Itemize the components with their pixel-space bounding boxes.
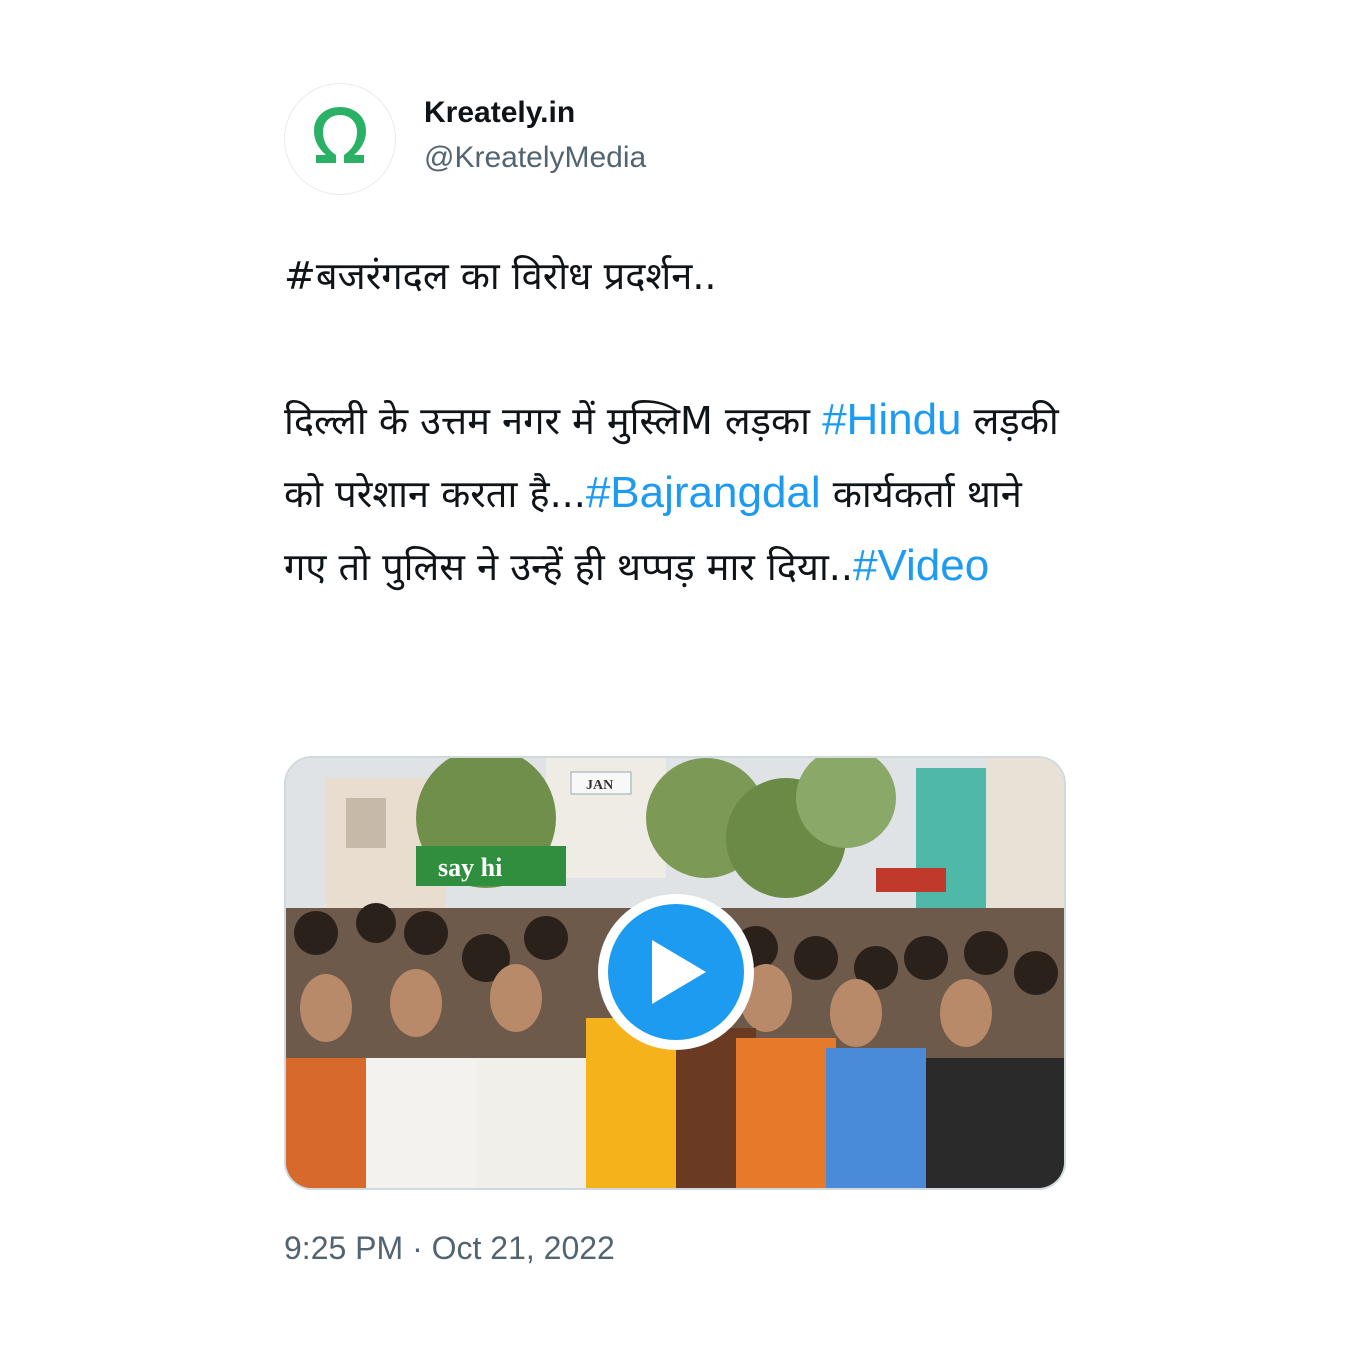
avatar[interactable]	[284, 83, 396, 195]
tweet-timestamp[interactable]: 9:25 PM · Oct 21, 2022	[284, 1228, 615, 1268]
tweet-text-line1: #बजरंगदल का विरोध प्रदर्शन..	[284, 254, 717, 298]
user-handle[interactable]: @KreatelyMedia	[424, 138, 646, 178]
tweet-card: Kreately.in @KreatelyMedia #बजरंगदल का व…	[284, 82, 1066, 1266]
hashtag-link-bajrangdal[interactable]: #Bajrangdal	[586, 468, 821, 517]
hashtag-link-video[interactable]: #Video	[853, 541, 989, 590]
video-player[interactable]: JAN say hi	[284, 756, 1066, 1190]
tweet-text-paragraph: दिल्ली के उत्तम नगर में मुस्लिM लड़का #H…	[284, 384, 1066, 603]
tweet-header: Kreately.in @KreatelyMedia	[284, 82, 1066, 196]
sign-say-hi: say hi	[438, 853, 502, 882]
tweet-text-segment: दिल्ली के उत्तम नगर में मुस्लिM लड़का	[284, 399, 823, 443]
display-name[interactable]: Kreately.in	[424, 94, 646, 132]
hashtag-link-hindu[interactable]: #Hindu	[822, 395, 961, 444]
account-names: Kreately.in @KreatelyMedia	[424, 94, 646, 178]
sign-jan: JAN	[586, 778, 613, 793]
omega-logo-icon	[314, 107, 366, 163]
tweet-text: #बजरंगदल का विरोध प्रदर्शन.. दिल्ली के उ…	[284, 240, 1066, 603]
play-button[interactable]	[598, 894, 754, 1050]
video-thumbnail: JAN say hi	[286, 758, 1064, 1188]
